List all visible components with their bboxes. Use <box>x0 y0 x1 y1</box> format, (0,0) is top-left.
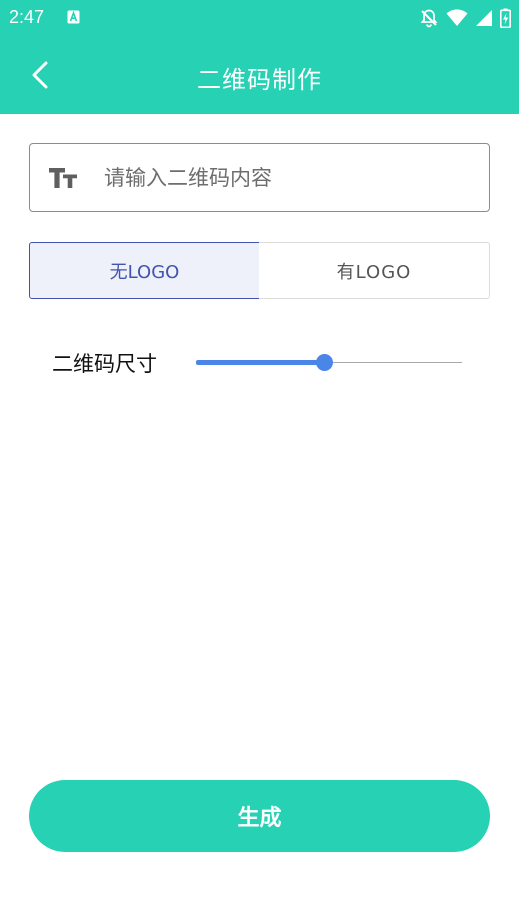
with-logo-option[interactable]: 有LOGO <box>259 242 490 299</box>
notification-a-icon <box>67 10 80 24</box>
bell-off-icon <box>420 9 438 28</box>
signal-icon <box>476 10 492 26</box>
status-bar: 2:47 <box>0 0 519 36</box>
qr-size-slider[interactable] <box>196 350 462 376</box>
slider-thumb[interactable] <box>316 354 333 371</box>
status-time: 2:47 <box>9 7 45 27</box>
no-logo-option[interactable]: 无LOGO <box>29 242 260 299</box>
status-icons <box>419 8 511 28</box>
with-logo-label: 有LOGO <box>336 261 412 283</box>
battery-charging-icon <box>500 8 511 28</box>
text-size-icon <box>49 168 77 188</box>
generate-button[interactable]: 生成 <box>29 780 490 852</box>
wifi-icon <box>446 9 468 26</box>
slider-fill <box>196 360 324 365</box>
qr-content-input[interactable] <box>104 160 474 196</box>
qr-size-label: 二维码尺寸 <box>52 352 157 376</box>
qr-content-field[interactable] <box>29 143 490 212</box>
app-bar: 二维码制作 <box>0 36 519 114</box>
page-title: 二维码制作 <box>197 66 322 94</box>
no-logo-label: 无LOGO <box>109 261 180 283</box>
